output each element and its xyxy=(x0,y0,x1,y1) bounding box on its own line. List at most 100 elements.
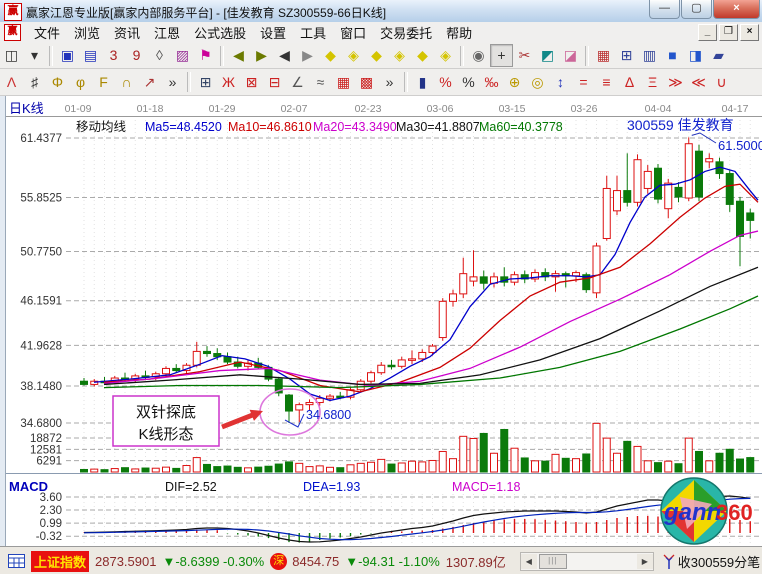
candle-body[interactable] xyxy=(675,187,682,197)
volume-bar[interactable] xyxy=(511,448,518,472)
scrollbar-thumb[interactable]: ||| xyxy=(539,554,567,569)
volume-bar[interactable] xyxy=(347,465,354,472)
gann-grid2-icon[interactable]: ▩ xyxy=(355,71,378,94)
volume-bar[interactable] xyxy=(685,438,692,472)
volume-bar[interactable] xyxy=(450,459,457,472)
angle-line-icon[interactable]: ∠ xyxy=(286,71,309,94)
candle-body[interactable] xyxy=(163,368,170,373)
chart-9-icon[interactable]: 9 xyxy=(125,44,148,67)
candle-body[interactable] xyxy=(204,351,211,353)
volume-bar[interactable] xyxy=(265,466,272,472)
menu-item-7[interactable]: 窗口 xyxy=(333,21,373,44)
volume-bar[interactable] xyxy=(183,466,190,472)
menu-item-6[interactable]: 工具 xyxy=(293,21,333,44)
volume-bar[interactable] xyxy=(706,461,713,472)
volume-bar[interactable] xyxy=(173,468,180,472)
volume-bar[interactable] xyxy=(142,468,149,472)
volume-bar[interactable] xyxy=(204,464,211,472)
menu-item-9[interactable]: 帮助 xyxy=(439,21,479,44)
candle-body[interactable] xyxy=(439,301,446,337)
gann-diamond-expand-icon[interactable]: ◆ xyxy=(411,44,434,67)
volume-profile-icon[interactable]: ▮ xyxy=(411,71,434,94)
draw-pen-icon[interactable]: ↗ xyxy=(138,71,161,94)
crosshair-icon[interactable]: + xyxy=(490,44,513,67)
band-icon[interactable]: ↕ xyxy=(549,71,572,94)
volume-bar[interactable] xyxy=(552,454,559,472)
volume-bar[interactable] xyxy=(737,459,744,472)
volume-bar[interactable] xyxy=(439,451,446,472)
menu-item-3[interactable]: 江恩 xyxy=(147,21,187,44)
volume-bar[interactable] xyxy=(163,467,170,472)
candle-body[interactable] xyxy=(737,201,744,236)
candle-body[interactable] xyxy=(634,160,641,203)
volume-bar[interactable] xyxy=(327,467,334,472)
candle-style-icon[interactable]: ◊ xyxy=(148,44,171,67)
gann-diamond-up-icon[interactable]: ◆ xyxy=(365,44,388,67)
candle-body[interactable] xyxy=(573,273,580,276)
volume-bar[interactable] xyxy=(357,463,364,472)
candle-body[interactable] xyxy=(470,277,477,281)
angle-fan-icon[interactable]: ∆ xyxy=(618,71,641,94)
candle-body[interactable] xyxy=(644,171,651,188)
menu-item-1[interactable]: 浏览 xyxy=(67,21,107,44)
kline-chart[interactable]: 61.437755.852550.775046.159141.962838.14… xyxy=(0,96,762,546)
coin2-icon[interactable]: ◎ xyxy=(526,71,549,94)
percent-icon[interactable]: % xyxy=(457,71,480,94)
dual-line-icon[interactable]: = xyxy=(572,71,595,94)
candle-body[interactable] xyxy=(368,373,375,382)
volume-bar[interactable] xyxy=(480,433,487,472)
pan-hand-icon[interactable]: ◉ xyxy=(467,44,490,67)
step-lines-icon[interactable]: ≫ xyxy=(664,71,687,94)
maximize-button[interactable]: ▢ xyxy=(681,0,712,19)
volume-bar[interactable] xyxy=(101,470,108,472)
volume-bar[interactable] xyxy=(234,467,241,472)
calculator-icon[interactable]: ⊞ xyxy=(615,44,638,67)
mdi-close-button[interactable]: × xyxy=(740,24,759,41)
candle-body[interactable] xyxy=(296,405,303,410)
volume-bar[interactable] xyxy=(286,462,293,472)
chart-window-icon[interactable]: ⊞ xyxy=(194,71,217,94)
volume-bar[interactable] xyxy=(316,466,323,472)
scroll-left-arrow-icon[interactable]: ◀ xyxy=(521,554,537,569)
volume-bar[interactable] xyxy=(747,458,754,472)
menu-item-4[interactable]: 公式选股 xyxy=(187,21,253,44)
sh-index-badge[interactable]: 上证指数 xyxy=(31,551,89,572)
volume-bar[interactable] xyxy=(675,464,682,472)
volume-bar[interactable] xyxy=(532,461,539,472)
candle-body[interactable] xyxy=(173,368,180,370)
multi-line-icon[interactable]: Ξ xyxy=(641,71,664,94)
gann-grid-icon[interactable]: ▦ xyxy=(332,71,355,94)
volume-bar[interactable] xyxy=(122,468,129,472)
volume-bar[interactable] xyxy=(655,463,662,472)
volume-bar[interactable] xyxy=(726,449,733,472)
permille-icon[interactable]: ‰ xyxy=(480,71,503,94)
compass-icon[interactable]: Λ xyxy=(0,71,23,94)
volume-bar[interactable] xyxy=(398,463,405,472)
export-icon[interactable]: ◨ xyxy=(684,44,707,67)
candle-body[interactable] xyxy=(357,381,364,390)
more-tools-icon[interactable]: » xyxy=(161,71,184,94)
volume-bar[interactable] xyxy=(521,458,528,472)
volume-bar[interactable] xyxy=(81,469,88,472)
percent-strike-icon[interactable]: % xyxy=(434,71,457,94)
horizontal-scrollbar[interactable]: ◀ ||| ▶ xyxy=(520,552,654,571)
volume-bar[interactable] xyxy=(91,469,98,472)
volume-bar[interactable] xyxy=(644,461,651,472)
candle-body[interactable] xyxy=(388,365,395,367)
gann-diamond-right-icon[interactable]: ◈ xyxy=(342,44,365,67)
flag-icon[interactable]: ⚑ xyxy=(194,44,217,67)
golden-section2-icon[interactable]: φ xyxy=(69,71,92,94)
cut-icon[interactable]: ✂ xyxy=(513,44,536,67)
volume-bar[interactable] xyxy=(378,459,385,472)
candle-body[interactable] xyxy=(224,357,231,362)
grid-lines-icon[interactable]: ♯ xyxy=(23,71,46,94)
volume-bar[interactable] xyxy=(409,461,416,472)
volume-bar[interactable] xyxy=(337,468,344,472)
candle-body[interactable] xyxy=(726,174,733,205)
candle-body[interactable] xyxy=(480,277,487,283)
box-x-icon[interactable]: ⊠ xyxy=(240,71,263,94)
mdi-restore-button[interactable]: ❐ xyxy=(719,24,738,41)
candle-body[interactable] xyxy=(193,351,200,365)
chart-3-icon[interactable]: 3 xyxy=(102,44,125,67)
candle-body[interactable] xyxy=(624,191,631,203)
